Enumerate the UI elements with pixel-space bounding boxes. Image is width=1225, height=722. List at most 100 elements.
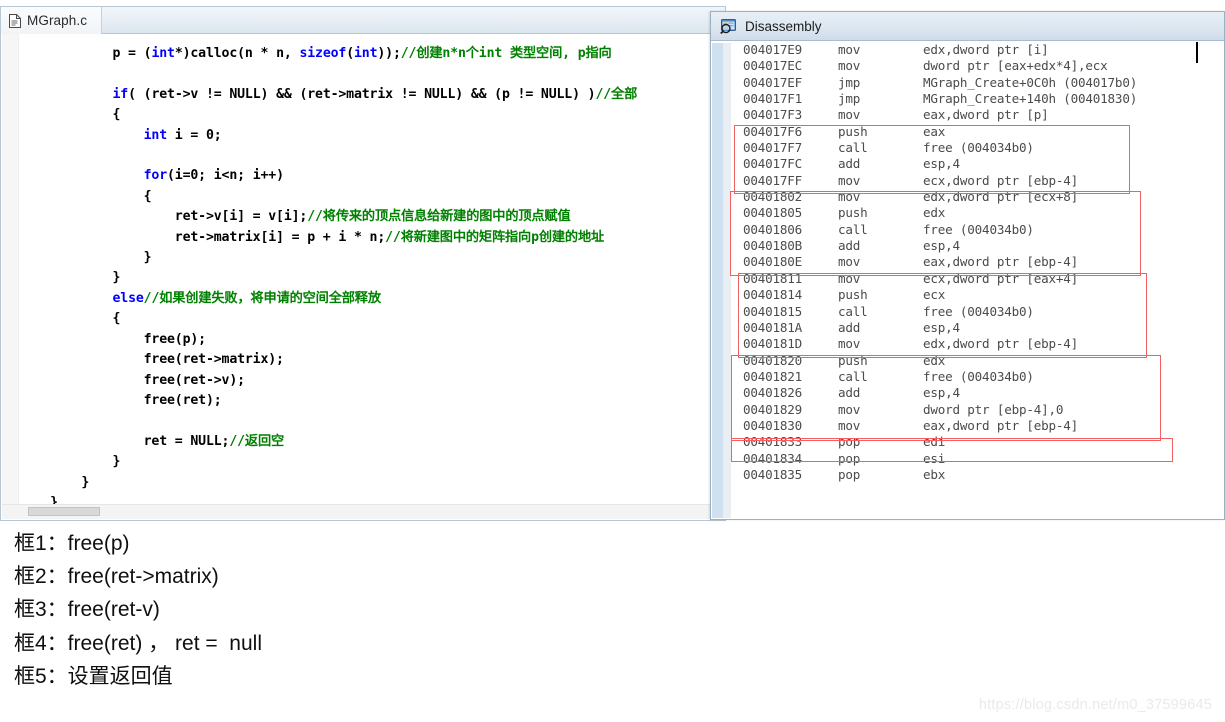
instruction-operands: esp,4 xyxy=(923,319,960,335)
disassembly-row[interactable]: 00401829 mov dword ptr [ebp-4],0 xyxy=(732,402,1224,418)
disassembly-row[interactable]: 00401805 push edx xyxy=(732,205,1224,221)
text-caret xyxy=(1196,42,1198,63)
instruction-operands: edi xyxy=(923,434,946,450)
instruction-address: 00401814 xyxy=(743,287,803,303)
code-token: i = 0; xyxy=(167,127,222,143)
instruction-mnemonic: mov xyxy=(838,270,861,286)
disassembly-body: 004017E9 mov edx,dword ptr [i] 004017EC mov d… xyxy=(711,41,1224,519)
disassembly-row[interactable]: 0040180B add esp,4 xyxy=(732,238,1224,254)
instruction-address: 00401805 xyxy=(743,205,803,221)
editor-text-area[interactable]: p = (int*)calloc(n * n, sizeof(int));//创… xyxy=(19,34,711,505)
disassembly-row[interactable]: 004017EF jmp MGraph_Create+0C0h (004017b0) xyxy=(732,75,1224,91)
code-token: //全部 xyxy=(595,86,638,102)
instruction-operands: edx xyxy=(923,205,946,221)
disassembly-row[interactable]: 004017FC add esp,4 xyxy=(732,156,1224,172)
disassembly-row[interactable]: 004017F7 call free (004034b0) xyxy=(732,140,1224,156)
disassembly-row[interactable]: 004017F3 mov eax,dword ptr [p] xyxy=(732,107,1224,123)
editor-horizontal-scrollbar-thumb[interactable] xyxy=(28,507,100,516)
disassembly-row[interactable]: 00401820 push edx xyxy=(732,353,1224,369)
legend-line-4: 框4：free(ret) ， ret = null xyxy=(14,631,262,655)
instruction-address: 004017F6 xyxy=(743,123,803,139)
instruction-address: 0040181A xyxy=(743,319,803,335)
disassembly-row[interactable]: 00401834 pop esi xyxy=(732,451,1224,467)
instruction-operands: eax,dword ptr [ebp-4] xyxy=(923,417,1079,433)
disassembly-row[interactable]: 00401826 add esp,4 xyxy=(732,385,1224,401)
code-line: ret->v[i] = v[i];//将传来的顶点信息给新建的图中的顶点赋值 xyxy=(19,209,571,224)
code-token: ( xyxy=(346,46,354,61)
instruction-operands: edx,dword ptr [i] xyxy=(923,42,1049,57)
instruction-operands: esp,4 xyxy=(923,238,960,254)
instruction-operands: ebx xyxy=(923,466,946,482)
instruction-address: 0040180E xyxy=(743,254,803,270)
tab-mgraph-c[interactable]: MGraph.c xyxy=(1,7,103,34)
code-line: ret->matrix[i] = p + i * n;//将新建图中的矩阵指向p… xyxy=(19,230,604,245)
instruction-address: 004017E9 xyxy=(743,42,803,57)
instruction-mnemonic: call xyxy=(838,221,868,237)
code-token: int xyxy=(354,46,378,61)
instruction-address: 004017F1 xyxy=(743,91,803,107)
editor-horizontal-scrollbar[interactable] xyxy=(2,504,724,519)
code-line: } xyxy=(19,475,89,490)
screenshot-root: MGraph.c p = (int*)calloc(n * n, sizeof(… xyxy=(0,0,1225,722)
disassembly-row[interactable]: 0040180E mov eax,dword ptr [ebp-4] xyxy=(732,254,1224,270)
disassembly-row[interactable]: 00401833 pop edi xyxy=(732,434,1224,450)
instruction-address: 004017EF xyxy=(743,74,803,90)
source-code: p = (int*)calloc(n * n, sizeof(int));//创… xyxy=(19,34,711,505)
instruction-operands: edx,dword ptr [ecx+8] xyxy=(923,189,1079,205)
instruction-address: 004017EC xyxy=(743,58,803,74)
annotation-legend: 框1：free(p) 框2：free(ret->matrix) 框3：free(re… xyxy=(14,527,574,693)
code-token: { xyxy=(19,311,121,327)
code-token: } xyxy=(19,270,121,286)
instruction-operands: ecx xyxy=(923,287,946,303)
instruction-mnemonic: mov xyxy=(838,401,861,417)
code-token: //返回空 xyxy=(229,433,285,449)
instruction-mnemonic: push xyxy=(838,287,868,303)
disassembly-row[interactable]: 00401815 call free (004034b0) xyxy=(732,304,1224,320)
instruction-mnemonic: mov xyxy=(838,189,861,205)
disassembly-row[interactable]: 0040181A add esp,4 xyxy=(732,320,1224,336)
disassembly-row[interactable]: 00401821 call free (004034b0) xyxy=(732,369,1224,385)
code-token: int xyxy=(143,127,168,143)
disassembly-row[interactable]: 00401811 mov ecx,dword ptr [eax+4] xyxy=(732,271,1224,287)
code-token: sizeof xyxy=(299,46,347,61)
disassembly-row[interactable]: 004017EC mov dword ptr [eax+edx*4],ecx xyxy=(732,58,1224,74)
instruction-mnemonic: push xyxy=(838,352,868,368)
instruction-mnemonic: call xyxy=(838,140,868,156)
disassembly-row[interactable]: 004017F1 jmp MGraph_Create+140h (00401830) xyxy=(732,91,1224,107)
instruction-mnemonic: mov xyxy=(838,254,861,270)
instruction-address: 004017FF xyxy=(743,172,803,188)
code-token: //将新建图中的矩阵指向p创建的地址 xyxy=(385,229,605,245)
instruction-mnemonic: call xyxy=(838,303,868,319)
disassembly-row[interactable]: 00401830 mov eax,dword ptr [ebp-4] xyxy=(732,418,1224,434)
code-line: { xyxy=(19,188,152,204)
disassembly-row[interactable]: 00401835 pop ebx xyxy=(732,467,1224,483)
instruction-mnemonic: mov xyxy=(838,336,861,352)
disassembly-titlebar[interactable]: Disassembly xyxy=(711,12,1224,41)
disassembly-row[interactable]: 004017F6 push eax xyxy=(732,124,1224,140)
disassembly-window: Disassembly 004017E9 mov edx,dword ptr [i]… xyxy=(710,11,1225,520)
instruction-operands: ecx,dword ptr [eax+4] xyxy=(923,270,1079,286)
disassembly-listing[interactable]: 004017E9 mov edx,dword ptr [i] 004017EC mov d… xyxy=(732,42,1224,519)
code-line: if( (ret->v != NULL) && (ret->matrix != … xyxy=(19,87,637,102)
code-token: if xyxy=(112,86,129,102)
disassembly-row[interactable]: 004017FF mov ecx,dword ptr [ebp-4] xyxy=(732,173,1224,189)
disassembly-row[interactable]: 00401806 call free (004034b0) xyxy=(732,222,1224,238)
instruction-operands: eax,dword ptr [p] xyxy=(923,107,1049,123)
legend-line-2: 框2：free(ret->matrix) xyxy=(14,565,219,589)
legend-line-5: 框5：设置返回值 xyxy=(14,664,173,688)
code-line: } xyxy=(19,270,120,285)
instruction-mnemonic: mov xyxy=(838,58,861,74)
disassembly-row[interactable]: 0040181D mov edx,dword ptr [ebp-4] xyxy=(732,336,1224,352)
disassembly-row[interactable]: 004017E9 mov edx,dword ptr [i] xyxy=(732,42,1224,58)
code-token: ( (ret->v != NULL) && (ret->matrix != NU… xyxy=(128,86,596,102)
instruction-address: 00401815 xyxy=(743,303,803,319)
disassembly-row[interactable]: 00401814 push ecx xyxy=(732,287,1224,303)
disassembly-indicator-margin xyxy=(723,43,731,518)
instruction-operands: edx xyxy=(923,352,946,368)
instruction-mnemonic: push xyxy=(838,123,868,139)
code-token: { xyxy=(19,188,152,204)
instruction-address: 00401802 xyxy=(743,189,803,205)
disassembly-row[interactable]: 00401802 mov edx,dword ptr [ecx+8] xyxy=(732,189,1224,205)
